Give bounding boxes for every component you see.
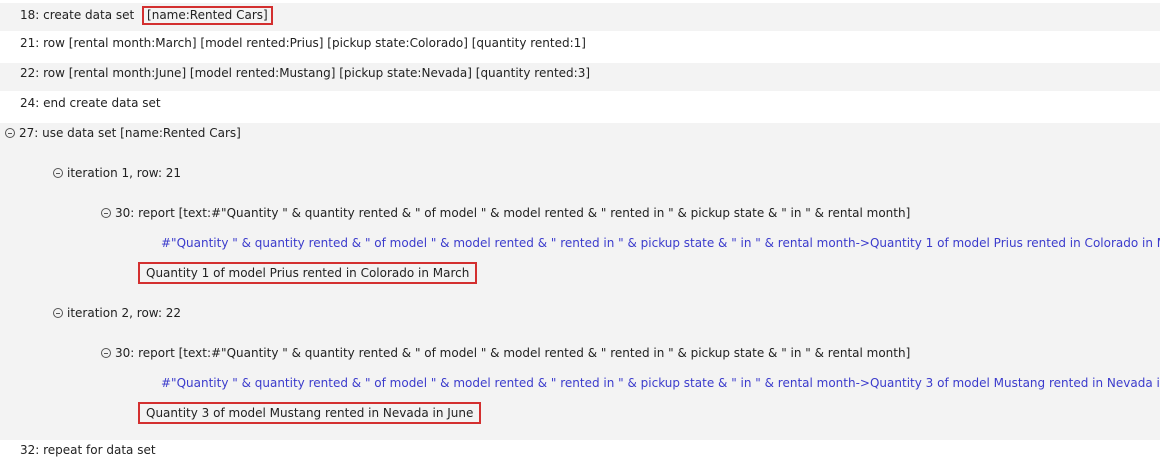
report-line-2[interactable]: 30: report [text:#"Quantity " & quantity…	[101, 345, 910, 361]
trace-line-32: 32: repeat for data set	[20, 443, 156, 457]
trace-row-24: 24: end create data set	[0, 93, 1160, 121]
use-data-set-block: 27: use data set [name:Rented Cars] iter…	[0, 123, 1160, 440]
trace-line-27[interactable]: 27: use data set [name:Rented Cars]	[5, 125, 241, 141]
trace-line-21: 21: row [rental month:March] [model rent…	[20, 36, 586, 50]
collapse-icon[interactable]	[53, 168, 63, 178]
collapse-icon[interactable]	[101, 348, 111, 358]
iteration-1-header[interactable]: iteration 1, row: 21	[53, 165, 181, 181]
trace-line-18-text: 18: create data set	[20, 8, 139, 22]
trace-line-24: 24: end create data set	[20, 96, 161, 110]
dataset-name-highlight: [name:Rented Cars]	[142, 6, 273, 25]
formula-line-1: #"Quantity " & quantity rented & " of mo…	[161, 236, 1160, 250]
collapse-icon[interactable]	[53, 308, 63, 318]
report-line-1-text: 30: report [text:#"Quantity " & quantity…	[115, 206, 911, 220]
formula-line-2: #"Quantity " & quantity rented & " of mo…	[161, 376, 1160, 390]
collapse-icon[interactable]	[5, 128, 15, 138]
iteration-2-text: iteration 2, row: 22	[67, 306, 182, 320]
collapse-icon[interactable]	[101, 208, 111, 218]
report-output-1: Quantity 1 of model Prius rented in Colo…	[138, 262, 478, 284]
trace-row-32: 32: repeat for data set	[0, 441, 1160, 461]
report-line-1[interactable]: 30: report [text:#"Quantity " & quantity…	[101, 205, 910, 221]
trace-row-create-data-set: 18: create data set [name:Rented Cars]	[0, 3, 1160, 31]
trace-line-22: 22: row [rental month:June] [model rente…	[20, 66, 591, 80]
trace-row-21: 21: row [rental month:March] [model rent…	[0, 33, 1160, 61]
report-output-2: Quantity 3 of model Mustang rented in Ne…	[138, 402, 482, 424]
report-line-2-text: 30: report [text:#"Quantity " & quantity…	[115, 346, 911, 360]
trace-line-18: 18: create data set [name:Rented Cars]	[20, 6, 273, 25]
trace-row-22: 22: row [rental month:June] [model rente…	[0, 63, 1160, 91]
trace-line-27-text: 27: use data set [name:Rented Cars]	[19, 126, 241, 140]
iteration-1-text: iteration 1, row: 21	[67, 166, 182, 180]
iteration-2-header[interactable]: iteration 2, row: 22	[53, 305, 181, 321]
